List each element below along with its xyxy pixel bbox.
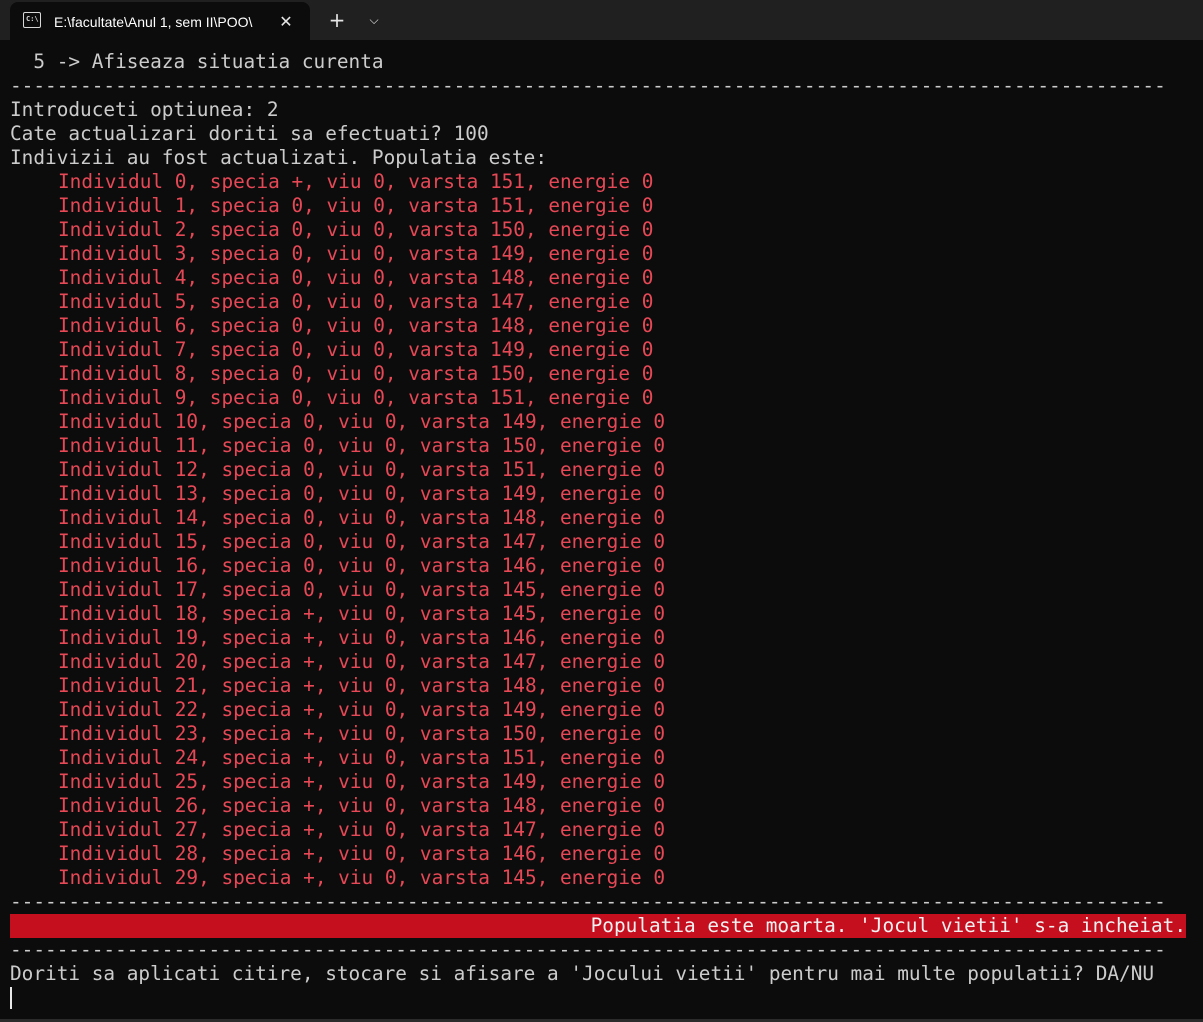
individual-line: Individul 2, specia 0, viu 0, varsta 150…	[58, 218, 654, 241]
terminal-icon: C:\	[23, 12, 41, 28]
individual-line: Individul 26, specia +, viu 0, varsta 14…	[58, 794, 666, 817]
individual-line: Individul 27, specia +, viu 0, varsta 14…	[58, 818, 666, 841]
new-tab-button[interactable]: +	[322, 6, 352, 34]
separator-line: ----------------------------------------…	[10, 938, 1166, 961]
separator-line: ----------------------------------------…	[10, 890, 1166, 913]
individual-line: Individul 11, specia 0, viu 0, varsta 15…	[58, 434, 666, 457]
separator-line: ----------------------------------------…	[10, 74, 1166, 97]
final-prompt: Doriti sa aplicati citire, stocare si af…	[10, 962, 1155, 985]
individual-line: Individul 28, specia +, viu 0, varsta 14…	[58, 842, 666, 865]
tab-title: E:\facultate\Anul 1, sem II\POO\	[54, 14, 253, 30]
terminal-tab[interactable]: C:\ E:\facultate\Anul 1, sem II\POO\ ✕	[10, 2, 310, 40]
individual-line: Individul 12, specia 0, viu 0, varsta 15…	[58, 458, 666, 481]
individual-line: Individul 3, specia 0, viu 0, varsta 149…	[58, 242, 654, 265]
individual-line: Individul 16, specia 0, viu 0, varsta 14…	[58, 554, 666, 577]
individual-line: Individul 4, specia 0, viu 0, varsta 148…	[58, 266, 654, 289]
game-over-banner: Populatia este moarta. 'Jocul vietii' s-…	[10, 914, 1186, 938]
input-line[interactable]	[10, 986, 1190, 1010]
individual-line: Individul 8, specia 0, viu 0, varsta 150…	[58, 362, 654, 385]
individual-line: Individul 15, specia 0, viu 0, varsta 14…	[58, 530, 666, 553]
chevron-down-icon[interactable]: ⌵	[360, 6, 388, 34]
individual-line: Individul 21, specia +, viu 0, varsta 14…	[58, 674, 666, 697]
individual-line: Individul 7, specia 0, viu 0, varsta 149…	[58, 338, 654, 361]
close-icon[interactable]: ✕	[274, 10, 298, 34]
individual-line: Individul 25, specia +, viu 0, varsta 14…	[58, 770, 666, 793]
individual-line: Individul 1, specia 0, viu 0, varsta 151…	[58, 194, 654, 217]
individual-line: Individul 14, specia 0, viu 0, varsta 14…	[58, 506, 666, 529]
individual-line: Individul 18, specia +, viu 0, varsta 14…	[58, 602, 666, 625]
individual-line: Individul 10, specia 0, viu 0, varsta 14…	[58, 410, 666, 433]
individual-line: Individul 19, specia +, viu 0, varsta 14…	[58, 626, 666, 649]
individual-line: Individul 17, specia 0, viu 0, varsta 14…	[58, 578, 666, 601]
menu-line: 5 -> Afiseaza situatia curenta	[10, 50, 384, 73]
updates-prompt: Cate actualizari doriti sa efectuati? 10…	[10, 122, 489, 145]
text-cursor	[10, 987, 12, 1009]
individual-line: Individul 6, specia 0, viu 0, varsta 148…	[58, 314, 654, 337]
individual-line: Individul 9, specia 0, viu 0, varsta 151…	[58, 386, 654, 409]
terminal-output[interactable]: 5 -> Afiseaza situatia curenta ---------…	[10, 50, 1190, 1012]
option-prompt: Introduceti optiunea: 2	[10, 98, 279, 121]
individual-line: Individul 5, specia 0, viu 0, varsta 147…	[58, 290, 654, 313]
individual-line: Individul 23, specia +, viu 0, varsta 15…	[58, 722, 666, 745]
individual-line: Individul 24, specia +, viu 0, varsta 15…	[58, 746, 666, 769]
individual-line: Individul 29, specia +, viu 0, varsta 14…	[58, 866, 666, 889]
individual-line: Individul 22, specia +, viu 0, varsta 14…	[58, 698, 666, 721]
individual-line: Individul 20, specia +, viu 0, varsta 14…	[58, 650, 666, 673]
individual-line: Individul 13, specia 0, viu 0, varsta 14…	[58, 482, 666, 505]
updated-message: Indivizii au fost actualizati. Populatia…	[10, 146, 548, 169]
individual-line: Individul 0, specia +, viu 0, varsta 151…	[58, 170, 654, 193]
tab-bar: C:\ E:\facultate\Anul 1, sem II\POO\ ✕ +…	[0, 0, 1203, 40]
